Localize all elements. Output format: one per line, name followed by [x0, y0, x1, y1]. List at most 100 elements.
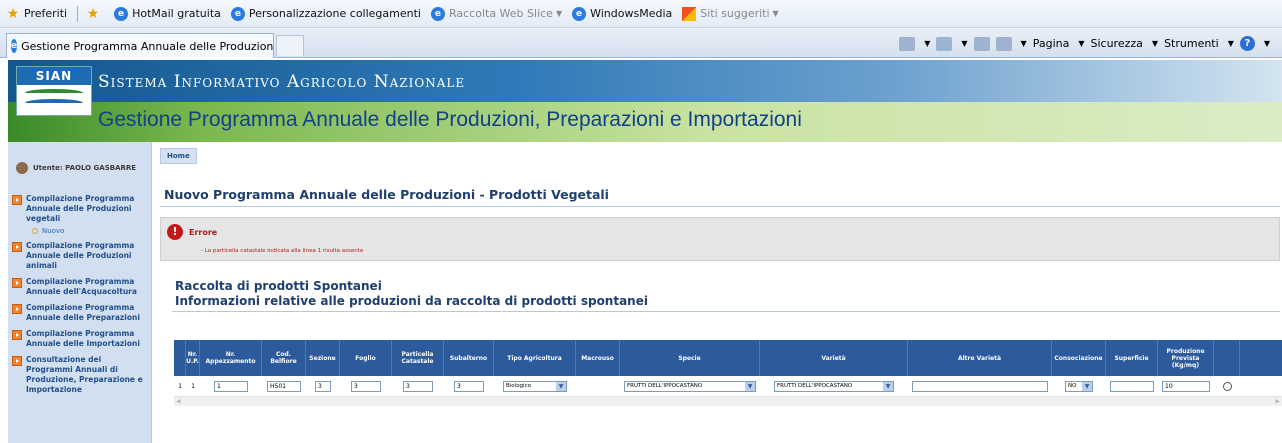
table-row: 1 1 Biologico▼ FRUTTI DELL'IPPOCASTANO▼ …	[174, 376, 1282, 396]
header-subalterno: Subalterno	[444, 340, 494, 376]
ie-icon: e	[430, 6, 445, 21]
header-superficie: Superficie	[1106, 340, 1158, 376]
user-icon	[16, 162, 28, 174]
chevron-down-icon: ▼	[555, 9, 563, 18]
ie-icon: e	[11, 39, 18, 53]
chevron-down-icon: ▼	[1151, 39, 1159, 48]
feeds-icon[interactable]	[936, 36, 953, 51]
bullet-icon	[32, 228, 38, 234]
chevron-down-icon[interactable]: ▼	[1264, 39, 1270, 48]
altre-varieta-input[interactable]	[912, 380, 1048, 392]
nr-appezzamento-input[interactable]	[214, 380, 248, 392]
header-particella: Particella Catastale	[392, 340, 444, 376]
foglio-input[interactable]	[351, 380, 381, 392]
home-link[interactable]: Home	[160, 148, 197, 164]
chevron-down-icon: ▼	[883, 381, 893, 391]
header-specie: Specie	[620, 340, 760, 376]
horizontal-scrollbar[interactable]: ◀ ▶	[174, 396, 1282, 406]
arrow-right-icon	[12, 278, 22, 288]
data-grid: Nr. U.P. Nr. Appezzamento Cod. Belfiore …	[174, 340, 1282, 406]
tipo-agricoltura-select[interactable]: Biologico ▼	[503, 380, 567, 392]
star-icon: ★	[6, 5, 20, 22]
sidebar-subitem-nuovo[interactable]: Nuovo	[32, 227, 150, 235]
sidebar-item-importazioni[interactable]: Compilazione Programma Annuale delle Imp…	[12, 329, 150, 349]
chevron-down-icon[interactable]: ▼	[961, 39, 967, 48]
page-menu[interactable]: Pagina	[1033, 37, 1070, 50]
chevron-down-icon: ▼	[772, 9, 779, 18]
sidebar-item-acquacoltura[interactable]: Compilazione Programma Annuale dell'Acqu…	[12, 277, 150, 297]
site-banner: SIAN Sistema Informativo Agricolo Nazion…	[8, 60, 1282, 142]
new-tab-button[interactable]	[276, 35, 304, 56]
subalterno-input[interactable]	[454, 380, 484, 392]
help-icon[interactable]: ?	[1239, 36, 1255, 51]
specie-select[interactable]: FRUTTI DELL'IPPOCASTANO ▼	[624, 380, 756, 392]
fav-link-siti-suggeriti[interactable]: Siti suggeriti ▼	[682, 6, 779, 21]
add-favorite-icon: ★	[86, 5, 100, 22]
sezione-input[interactable]	[315, 380, 331, 392]
header-cod-belfiore: Cod. Belfiore	[262, 340, 306, 376]
header-consociazione: Consociazione	[1052, 340, 1106, 376]
sidebar-item-consultazione[interactable]: Consultazione dei Programmi Annuali di P…	[12, 355, 150, 395]
sian-logo: SIAN	[16, 66, 92, 116]
fav-link-web-slice[interactable]: e Raccolta Web Slice ▼	[430, 6, 563, 21]
arrow-right-icon	[12, 356, 22, 366]
chevron-down-icon[interactable]: ▼	[924, 39, 930, 48]
header-nr-up: Nr. U.P.	[186, 340, 200, 376]
sidebar: Utente: PAOLO GASBARRE Compilazione Prog…	[8, 142, 152, 443]
user-info: Utente: PAOLO GASBARRE	[16, 162, 136, 174]
chevron-down-icon: ▼	[556, 381, 566, 391]
header-varieta: Varietà	[760, 340, 908, 376]
fav-link-hotmail[interactable]: e HotMail gratuita	[114, 6, 221, 21]
arrow-right-icon	[12, 330, 22, 340]
favbar-divider	[77, 5, 79, 22]
varieta-select[interactable]: FRUTTI DELL'IPPOCASTANO ▼	[774, 380, 894, 392]
superficie-input[interactable]	[1110, 380, 1154, 392]
chevron-down-icon: ▼	[1082, 381, 1092, 391]
scroll-left-icon[interactable]: ◀	[176, 398, 181, 405]
divider	[160, 206, 1280, 207]
sidebar-item-vegetali[interactable]: Compilazione Programma Annuale delle Pro…	[12, 194, 150, 224]
header-altre-varieta: Altre Varietà	[908, 340, 1052, 376]
sidebar-item-preparazioni[interactable]: Compilazione Programma Annuale delle Pre…	[12, 303, 150, 323]
produzione-input[interactable]	[1162, 380, 1210, 392]
scroll-right-icon[interactable]: ▶	[1275, 398, 1280, 405]
fav-link-personalizzazione[interactable]: e Personalizzazione collegamenti	[230, 6, 421, 21]
arrow-right-icon	[12, 242, 22, 252]
add-favorite-button[interactable]: ★	[86, 7, 104, 21]
header-produzione: Produzione Prevista (Kg/mq)	[1158, 340, 1214, 376]
row-number: 1	[178, 382, 182, 390]
mail-icon[interactable]	[973, 36, 990, 51]
page-title: Nuovo Programma Annuale delle Produzioni…	[164, 187, 609, 202]
section-title: Raccolta di prodotti Spontanei	[175, 279, 382, 293]
cell-nr-up: 1	[191, 382, 195, 390]
suggested-sites-icon	[682, 6, 697, 21]
favorites-bar: ★ Preferiti ★ e HotMail gratuita e Perso…	[0, 0, 1282, 28]
header-foglio: Foglio	[340, 340, 392, 376]
sidebar-item-animali[interactable]: Compilazione Programma Annuale delle Pro…	[12, 241, 150, 271]
browser-tab[interactable]: e Gestione Programma Annuale delle Produ…	[6, 33, 274, 58]
header-sezione: Sezione	[306, 340, 340, 376]
tools-menu[interactable]: Strumenti	[1164, 37, 1219, 50]
chevron-down-icon: ▼	[745, 381, 755, 391]
chevron-down-icon: ▼	[1227, 39, 1234, 48]
ie-icon: e	[230, 6, 245, 21]
print-icon[interactable]	[995, 36, 1012, 51]
section-subtitle: Informazioni relative alle produzioni da…	[175, 294, 648, 308]
header-macrouso: Macrouso	[576, 340, 620, 376]
fav-link-windowsmedia[interactable]: e WindowsMedia	[572, 6, 672, 21]
system-title: Sistema Informativo Agricolo Nazionale	[98, 72, 466, 92]
sidebar-menu: Compilazione Programma Annuale delle Pro…	[12, 194, 150, 401]
error-title: Errore	[189, 228, 218, 237]
particella-input[interactable]	[403, 380, 433, 392]
row-select-radio[interactable]	[1222, 381, 1232, 391]
favorites-button[interactable]: ★ Preferiti	[6, 7, 67, 21]
cod-belfiore-input[interactable]	[267, 380, 301, 392]
home-icon[interactable]	[899, 36, 916, 51]
cell-macrouso	[576, 376, 620, 396]
grid-header: Nr. U.P. Nr. Appezzamento Cod. Belfiore …	[174, 340, 1282, 376]
logo-wave	[25, 89, 83, 97]
tab-bar: e Gestione Programma Annuale delle Produ…	[0, 28, 1282, 58]
security-menu[interactable]: Sicurezza	[1091, 37, 1143, 50]
chevron-down-icon[interactable]: ▼	[1021, 39, 1027, 48]
consociazione-select[interactable]: NO ▼	[1065, 380, 1093, 392]
